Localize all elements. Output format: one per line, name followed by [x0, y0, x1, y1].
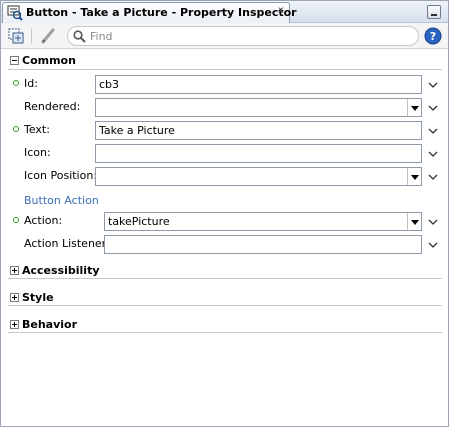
id-label: Id: — [24, 77, 38, 90]
section-behavior[interactable]: Behavior — [8, 317, 442, 333]
icon-position-label: Icon Position: — [24, 169, 98, 182]
rendered-select[interactable] — [95, 98, 422, 117]
dropdown-arrow-icon[interactable] — [407, 213, 421, 230]
toolbar-separator — [31, 28, 32, 44]
dropdown-arrow-icon[interactable] — [407, 168, 421, 185]
icon-position-select[interactable] — [95, 167, 422, 186]
property-inspector-window: Button - Take a Picture - Property Inspe… — [0, 0, 449, 427]
required-dot-icon — [13, 126, 19, 132]
section-style-label: Style — [22, 291, 54, 304]
close-icon[interactable]: x — [278, 5, 284, 16]
search-icon — [73, 30, 86, 43]
icon-label: Icon: — [24, 146, 51, 159]
section-divider — [8, 278, 442, 279]
tab-property-inspector[interactable]: Button - Take a Picture - Property Inspe… — [2, 2, 297, 23]
id-field[interactable]: cb3 — [95, 75, 422, 94]
dropdown-arrow-icon[interactable] — [407, 99, 421, 116]
section-style[interactable]: Style — [8, 290, 442, 306]
chevron-down-icon[interactable] — [427, 125, 439, 137]
search-input[interactable] — [90, 28, 410, 44]
chevron-down-icon[interactable] — [427, 102, 439, 114]
action-label: Action: — [24, 214, 63, 227]
icon-field[interactable] — [95, 144, 422, 163]
group-label-button-action: Button Action — [24, 194, 99, 207]
section-common-label: Common — [22, 54, 76, 67]
search-field[interactable] — [67, 26, 419, 46]
chevron-down-icon[interactable] — [427, 171, 439, 183]
required-dot-icon — [13, 80, 19, 86]
section-behavior-label: Behavior — [22, 318, 78, 331]
expand-icon[interactable] — [10, 293, 19, 302]
chevron-down-icon[interactable] — [427, 148, 439, 160]
action-listener-field[interactable] — [104, 235, 422, 254]
chevron-down-icon[interactable] — [427, 239, 439, 251]
help-glyph: ? — [430, 30, 436, 43]
edit-pencil-icon[interactable] — [39, 27, 57, 45]
tab-bar: Button - Take a Picture - Property Inspe… — [1, 1, 448, 23]
binding-icon[interactable] — [7, 27, 25, 45]
collapse-icon[interactable] — [10, 56, 19, 65]
chevron-down-icon[interactable] — [427, 216, 439, 228]
section-accessibility-label: Accessibility — [22, 264, 100, 277]
section-divider — [8, 69, 442, 70]
required-dot-icon — [13, 217, 19, 223]
action-select[interactable]: takePicture — [104, 212, 422, 231]
action-listener-label: Action Listener: — [24, 237, 110, 250]
section-divider — [8, 332, 442, 333]
expand-icon[interactable] — [10, 266, 19, 275]
rendered-label: Rendered: — [24, 100, 81, 113]
minimize-button[interactable] — [427, 5, 441, 19]
section-accessibility[interactable]: Accessibility — [8, 263, 442, 279]
section-divider — [8, 305, 442, 306]
tab-title: Button - Take a Picture - Property Inspe… — [26, 6, 297, 19]
toolbar: ? — [1, 23, 448, 49]
help-icon[interactable]: ? — [424, 27, 442, 45]
text-label: Text: — [24, 123, 50, 136]
text-field[interactable]: Take a Picture — [95, 121, 422, 140]
property-inspector-icon — [7, 5, 23, 21]
chevron-down-icon[interactable] — [427, 79, 439, 91]
section-common[interactable]: Common — [8, 53, 442, 69]
expand-icon[interactable] — [10, 320, 19, 329]
